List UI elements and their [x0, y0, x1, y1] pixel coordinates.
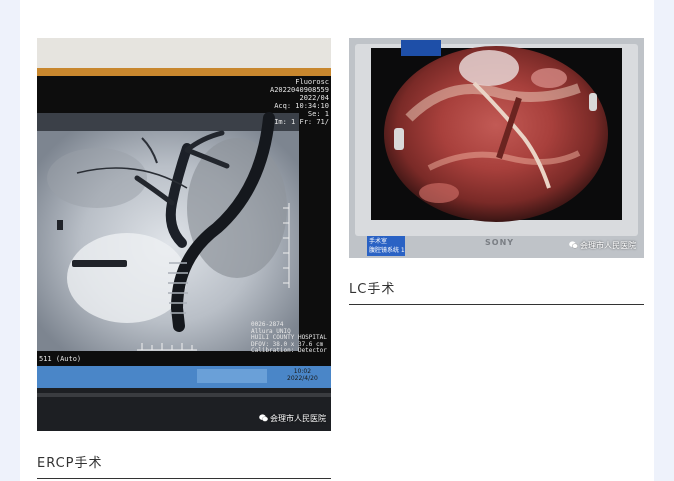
fluoro-line: Im: 1 Fr: 71/ [274, 118, 329, 126]
fluoro-line: 2022/04 [299, 94, 329, 102]
lc-photo: 手术室 腹腔镜系统 1 SONY 会理市人民医院 [349, 38, 644, 258]
fluoro-header-text: Fluorosc A2022040908559 2022/04 Acq: 10:… [270, 78, 329, 126]
ercp-caption: ERCP手术 [37, 456, 103, 471]
watermark-text: 会理市人民医院 [270, 414, 326, 423]
article-content: Fluorosc A2022040908559 2022/04 Acq: 10:… [20, 0, 654, 481]
monitor-brand-logo: SONY [485, 238, 515, 247]
sticker-line: 腹腔镜系统 1 [369, 247, 405, 254]
fluoro-line: A2022040908559 [269, 86, 329, 94]
ercp-photo: Fluorosc A2022040908559 2022/04 Acq: 10:… [37, 38, 331, 431]
fluoro-footer-text: 0026-2874 Allura UNIQ HUILI COUNTY HOSPI… [251, 321, 327, 355]
lc-caption-underline [349, 304, 644, 305]
ercp-watermark: 会理市人民医院 [259, 413, 326, 424]
ercp-caption-underline [37, 478, 331, 479]
watermark-text: 会理市人民医院 [580, 241, 636, 250]
equipment-sticker: 手术室 腹腔镜系统 1 [369, 237, 405, 255]
clock-time: 10:02 [293, 368, 312, 375]
fluoro-line: Acq: 10:34:10 [274, 102, 329, 110]
fluoro-line: Calibration: Detector [251, 347, 327, 354]
fluoro-left-label: 511 (Auto) [39, 355, 82, 363]
lc-caption: LC手术 [349, 282, 396, 297]
wechat-icon [569, 241, 578, 249]
taskbar-clock: 10:02 2022/4/20 [287, 368, 318, 382]
lc-monitor-image [349, 38, 644, 258]
fluoro-line: Fluorosc [295, 78, 329, 86]
sticker-line: 手术室 [369, 238, 388, 245]
fluoro-line: Se: 1 [307, 110, 329, 118]
lc-watermark: 会理市人民医院 [569, 240, 636, 251]
wechat-icon [259, 414, 268, 422]
clock-date: 2022/4/20 [287, 375, 318, 382]
